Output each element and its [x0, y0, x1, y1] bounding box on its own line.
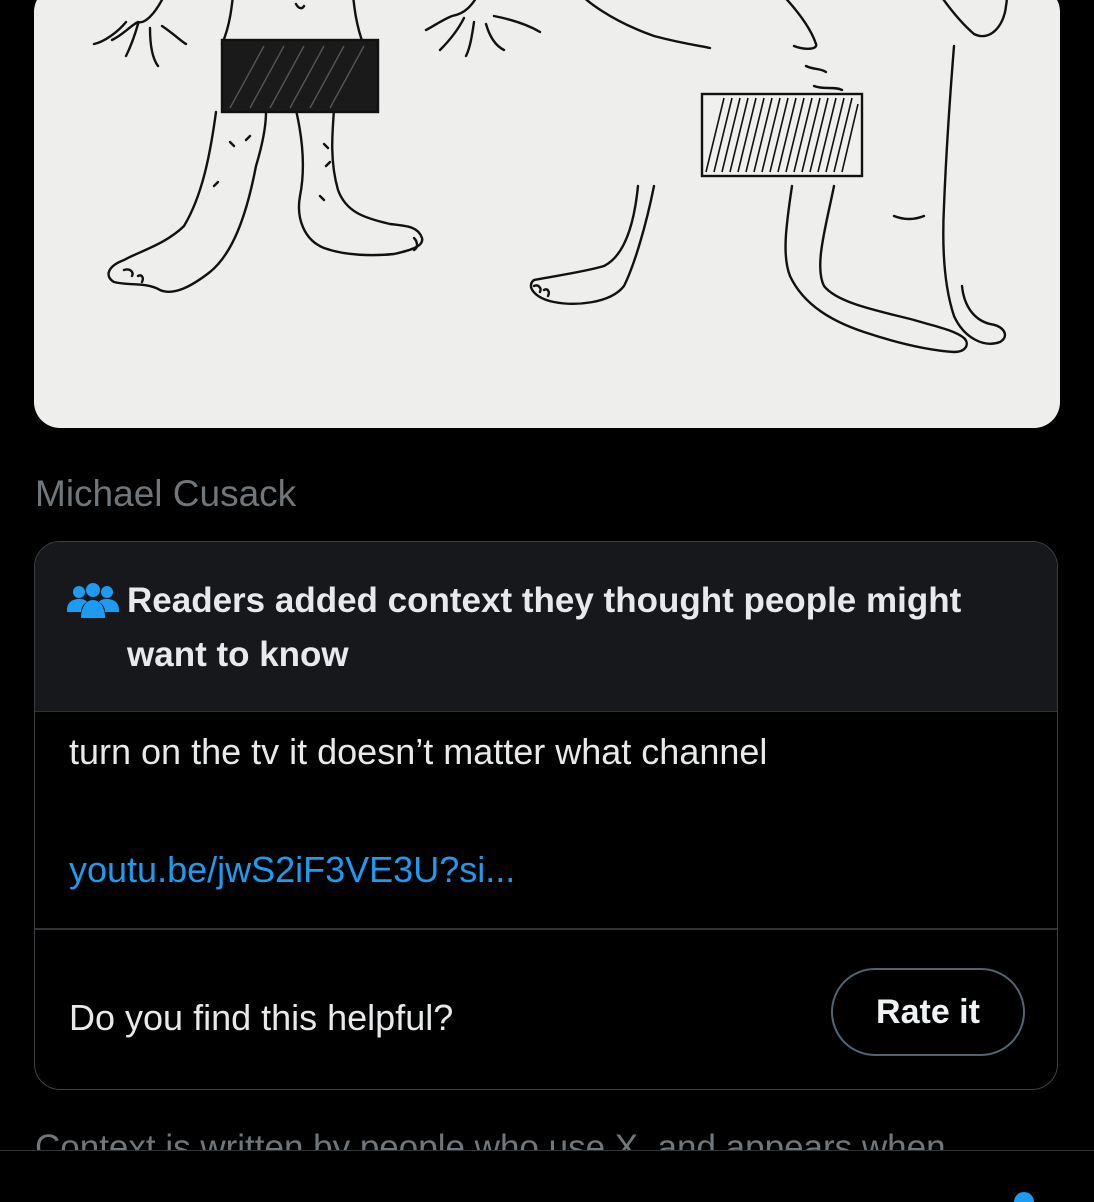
bottom-navigation-bar [0, 1150, 1094, 1201]
community-note-title: Readers added context they thought peopl… [127, 581, 962, 674]
community-note-body: turn on the tv it doesn’t matter what ch… [69, 731, 768, 772]
community-note-card: Readers added context they thought peopl… [34, 541, 1058, 1090]
image-caption: Michael Cusack [35, 473, 297, 514]
community-note-header: Readers added context they thought peopl… [35, 542, 1057, 712]
censor-bar-right [700, 92, 864, 178]
drawing-illustration [92, 0, 1008, 354]
helpful-question: Do you find this helpful? [69, 997, 454, 1038]
community-note-source-link[interactable]: youtu.be/jwS2iF3VE3U?si... [69, 846, 515, 894]
divider [35, 928, 1057, 930]
people-group-icon [65, 582, 121, 622]
rate-it-button[interactable]: Rate it [831, 968, 1025, 1056]
censor-bar-left [220, 38, 380, 114]
post-image[interactable] [34, 0, 1060, 428]
